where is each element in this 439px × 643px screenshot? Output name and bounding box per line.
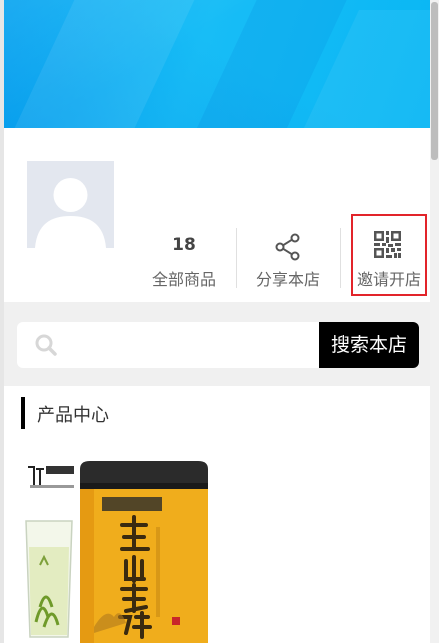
section-marker [21, 397, 25, 429]
product-image [25, 461, 208, 643]
shop-banner [4, 0, 430, 128]
goods-count: 18 [172, 235, 196, 255]
shop-avatar[interactable] [27, 161, 114, 248]
all-goods-stat[interactable]: 18 全部商品 [142, 230, 226, 292]
search-input[interactable] [69, 330, 313, 362]
avatar-placeholder-icon [35, 178, 106, 248]
section-title: 产品中心 [37, 405, 109, 426]
search-bar: 搜索本店 [17, 322, 419, 368]
invite-open-shop-button[interactable]: 邀请开店 [348, 228, 430, 290]
search-shop-button[interactable]: 搜索本店 [319, 322, 419, 368]
search-icon [35, 334, 57, 356]
share-icon [275, 233, 300, 261]
goods-label: 全部商品 [151, 270, 216, 289]
stat-divider [236, 228, 237, 288]
share-shop-button[interactable]: 分享本店 [246, 228, 330, 290]
product-card[interactable] [22, 457, 208, 643]
stat-divider [340, 228, 341, 288]
scrollbar-thumb[interactable] [431, 2, 438, 160]
qrcode-icon [374, 231, 401, 258]
invite-label: 邀请开店 [356, 270, 421, 289]
share-label: 分享本店 [255, 270, 320, 289]
scrollbar[interactable] [430, 0, 439, 643]
